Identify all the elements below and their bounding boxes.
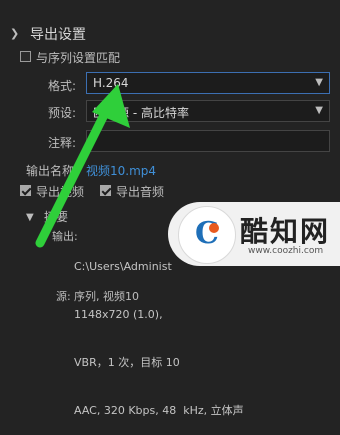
summary-line: VBR，1 次，目标 10: [74, 356, 180, 369]
arrow-shaft: [35, 98, 115, 248]
summary-line: 1148x720 (1.0),: [74, 308, 163, 321]
annotation-arrow: [35, 84, 130, 248]
summary-line: AAC, 320 Kbps, 48 kHz, 立体声: [74, 404, 244, 417]
